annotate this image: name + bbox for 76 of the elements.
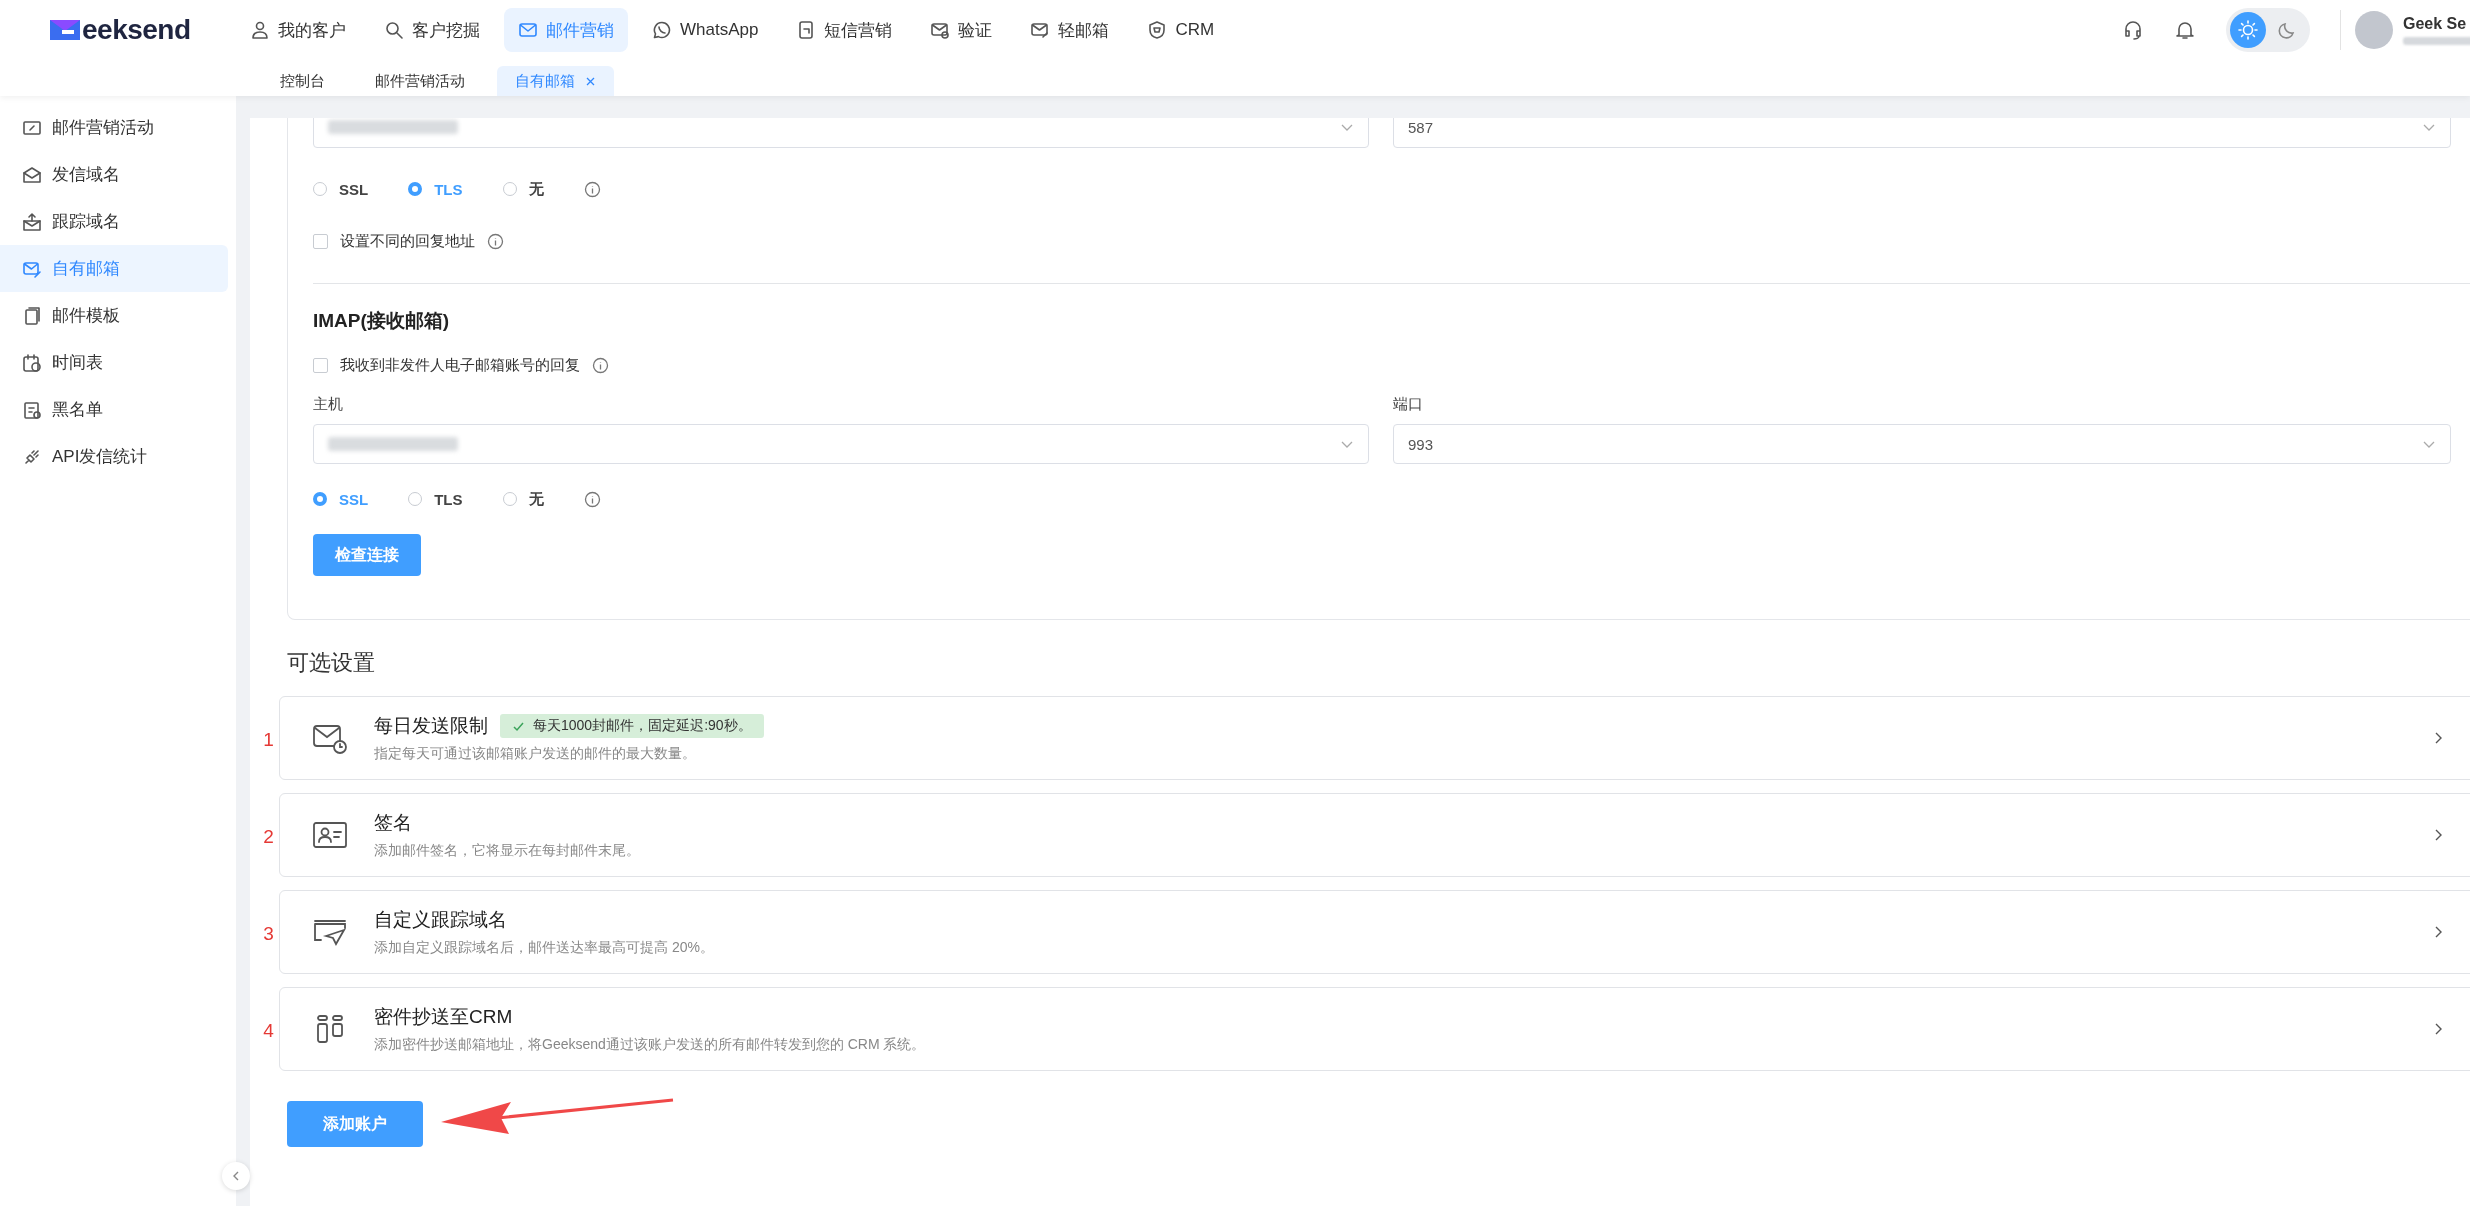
section-heading: IMAP(接收邮箱)	[313, 309, 451, 333]
nav-tab[interactable]: 验证	[916, 8, 1007, 52]
card-description: 添加自定义跟踪域名后，邮件送达率最高可提高 20%。	[374, 939, 714, 957]
settings-card[interactable]: 自定义跟踪域名 添加自定义跟踪域名后，邮件送达率最高可提高 20%。	[279, 890, 2470, 974]
info-icon	[592, 357, 609, 374]
blurred-text	[2403, 37, 2470, 45]
sidebar-item[interactable]: 邮件营销活动	[0, 104, 228, 151]
info-icon	[487, 233, 504, 250]
user-name: Geek Se	[2403, 15, 2468, 33]
bell-icon[interactable]	[2174, 19, 2196, 41]
select-field[interactable]	[313, 424, 1369, 464]
radio-option[interactable]: 无	[502, 179, 544, 199]
card-title: 自定义跟踪域名	[374, 908, 507, 932]
status-badge: 每天1000封邮件，固定延迟:90秒。	[500, 714, 764, 738]
checkbox[interactable]	[313, 234, 328, 249]
nav-tab[interactable]: 短信营销	[782, 8, 907, 52]
close-icon[interactable]	[585, 75, 596, 87]
sidebar-item[interactable]: 时间表	[0, 339, 228, 386]
open-envelope-icon	[22, 164, 42, 185]
sidebar-item[interactable]: API发信统计	[0, 433, 228, 480]
select-field[interactable]: 993	[1393, 424, 2451, 464]
envelope-upload-icon	[22, 211, 42, 232]
chat-bubble-icon	[652, 20, 672, 40]
sun-icon	[2237, 19, 2259, 41]
info-icon	[583, 490, 601, 508]
envelope-check-icon	[930, 20, 951, 40]
card-description: 指定每天可通过该邮箱账户发送的邮件的最大数量。	[374, 745, 697, 763]
nav-tab[interactable]: CRM	[1133, 8, 1229, 52]
step-number: 1	[262, 728, 275, 751]
card-description: 添加邮件签名，它将显示在每封邮件末尾。	[374, 842, 640, 860]
settings-card[interactable]: 密件抄送至CRM 添加密件抄送邮箱地址，将Geeksend通过该账户发送的所有邮件转发到您的 CRM 系统。	[279, 987, 2470, 1071]
nav-tab[interactable]: WhatsApp	[638, 8, 773, 52]
card-description: 添加密件抄送邮箱地址，将Geeksend通过该账户发送的所有邮件转发到您的 CRM 系统。	[374, 1036, 926, 1054]
sidebar-item[interactable]: 邮件模板	[0, 292, 228, 339]
sidebar-item[interactable]: 跟踪域名	[0, 198, 228, 245]
radio-option[interactable]: 无	[502, 489, 544, 509]
field-label: 端口	[1393, 395, 1424, 414]
step-number: 4	[262, 1019, 275, 1042]
sidebar-item[interactable]: 发信域名	[0, 151, 228, 198]
card-title: 签名	[374, 811, 412, 835]
logo-text: eeksend	[82, 14, 191, 46]
checkbox-label: 设置不同的回复地址	[340, 232, 475, 251]
clipboard-icon	[22, 399, 42, 420]
page-tab[interactable]: 控制台	[262, 66, 343, 96]
person-icon	[250, 20, 270, 40]
field-label: 主机	[313, 395, 344, 414]
settings-card[interactable]: 签名 添加邮件签名，它将显示在每封邮件末尾。	[279, 793, 2470, 877]
envelope-pen-icon	[1030, 20, 1051, 40]
settings-card[interactable]: 每日发送限制 每天1000封邮件，固定延迟:90秒。 指定每天可通过该邮箱账户发送的邮件的最大数量。	[279, 696, 2470, 780]
nav-tab[interactable]: 客户挖掘	[370, 8, 494, 52]
checkbox[interactable]	[313, 358, 328, 373]
shield-cart-icon	[1147, 20, 1168, 40]
page-tab[interactable]: 邮件营销活动	[357, 66, 483, 96]
sun-button[interactable]	[2230, 12, 2266, 48]
select-field[interactable]: 587	[1393, 118, 2451, 148]
info-icon	[583, 180, 601, 198]
section-heading: 可选设置	[287, 649, 376, 677]
calendar-clock-icon	[22, 352, 42, 373]
search-icon	[384, 20, 404, 40]
envelope-icon	[518, 20, 538, 40]
radio-option[interactable]: TLS	[408, 490, 463, 508]
radio-option[interactable]: SSL	[313, 180, 369, 198]
nav-tab[interactable]: 轻邮箱	[1016, 8, 1124, 52]
headset-icon[interactable]	[2122, 19, 2144, 41]
sidebar-item[interactable]: 黑名单	[0, 386, 228, 433]
card-title: 每日发送限制	[374, 714, 488, 738]
avatar[interactable]	[2355, 11, 2393, 49]
select-field[interactable]	[313, 118, 1369, 148]
step-number: 3	[262, 922, 275, 945]
envelope-logo-icon	[48, 17, 82, 43]
step-number: 2	[262, 825, 275, 848]
checkbox-label: 我收到非发件人电子邮箱账号的回复	[340, 356, 580, 375]
card-title: 密件抄送至CRM	[374, 1005, 513, 1029]
document-icon	[22, 305, 42, 326]
nav-tab[interactable]: 我的客户	[236, 8, 360, 52]
collapse-button[interactable]	[222, 1162, 250, 1190]
